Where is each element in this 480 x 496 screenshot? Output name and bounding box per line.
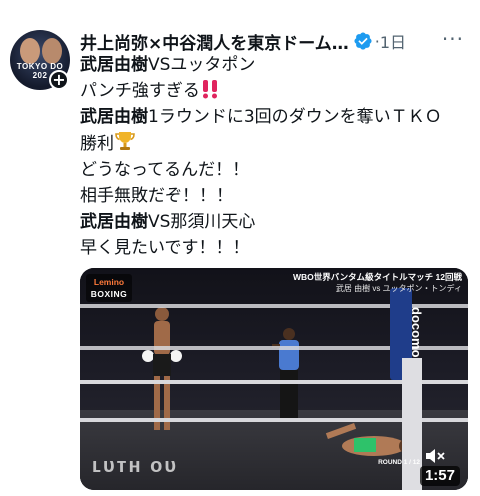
author-name[interactable]: 井上尚弥×中谷潤人を東京ドーム…	[80, 29, 349, 54]
text-line-7: 武居由樹VS那須川天心	[80, 211, 256, 232]
add-icon[interactable]: +	[49, 70, 69, 90]
timestamp[interactable]: 1日	[380, 29, 406, 53]
match-banner: WBO世界バンタム級タイトルマッチ 12回戦 武居 由樹 vs ユッタポン・トン…	[293, 272, 462, 294]
text-line-1: 武居由樹VSユッタポン	[80, 55, 256, 75]
post-header: 井上尚弥×中谷潤人を東京ドーム… · 1日 ···	[80, 28, 470, 54]
text-line-8: 早く見たいです！！！	[80, 237, 250, 258]
floor-logo: ʟᴜᴛʜ ᴏᴜ	[92, 455, 178, 477]
avatar-face-right	[42, 38, 62, 64]
trophy-icon	[115, 132, 135, 151]
text-line-3: 武居由樹1ラウンドに3回のダウンを奪いＴＫＯ	[80, 106, 442, 127]
text-line-5: どうなってるんだ！！	[80, 160, 250, 181]
video-duration: 1:57	[419, 466, 460, 486]
match-title: WBO世界バンタム級タイトルマッチ 12回戦	[292, 272, 462, 282]
post-text: 武居由樹VSユッタポン パンチ強すぎる 武居由樹1ラウンドに3回のダウンを奪いＴ…	[80, 53, 476, 261]
brand-name: Lemino	[93, 277, 125, 287]
double-exclamation-icon	[202, 79, 217, 99]
avatar-face-left	[20, 38, 40, 64]
match-fighters: 武居 由樹 vs ユッタポン・トンディ	[335, 284, 462, 293]
text-line-6: 相手無敗だぞ！！！	[80, 185, 233, 206]
more-options-icon[interactable]: ···	[442, 28, 464, 50]
referee	[272, 328, 299, 418]
round-indicator: ROUND 1 / 12	[378, 459, 420, 466]
brand-subtitle: BOXING	[90, 289, 128, 299]
verified-badge-icon	[354, 32, 372, 50]
boxer-standing	[142, 307, 182, 430]
video-player[interactable]: ʟᴜᴛʜ ᴏᴜ docomo Lemino BOXING WBO世界バンタム級タ…	[80, 268, 468, 490]
broadcast-logo: Lemino BOXING	[86, 274, 132, 302]
mute-icon[interactable]	[424, 448, 446, 464]
text-line-2: パンチ強すぎる	[80, 79, 476, 105]
text-line-4: 勝利	[80, 130, 476, 158]
